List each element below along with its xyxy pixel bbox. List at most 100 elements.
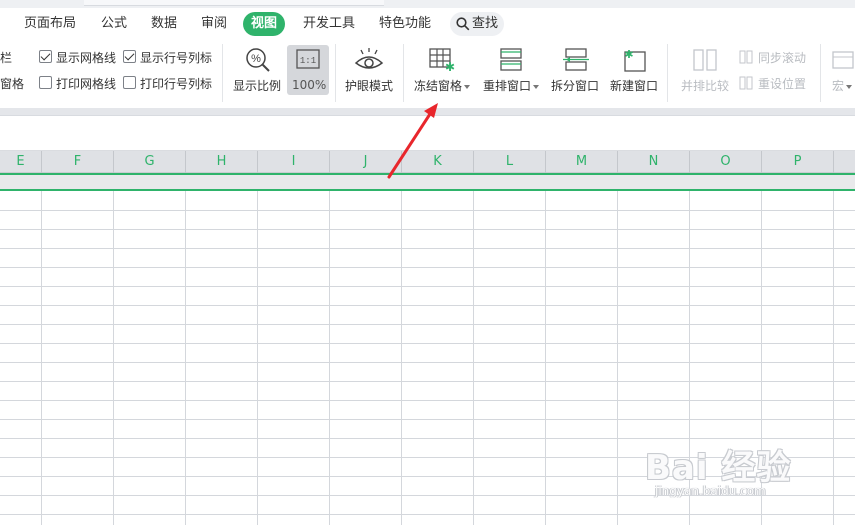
grid-line (0, 514, 855, 515)
search-icon (456, 17, 470, 31)
view-ribbon: 栏 窗格 显示网格线 显示行号列标 打印网格线 打印行号列标 % 显示比例 1:… (0, 40, 855, 108)
split-window-icon (563, 48, 589, 71)
grid-line (0, 229, 855, 230)
formula-bar[interactable] (0, 117, 855, 151)
column-header-row: E F G H I J K L M N O P (0, 151, 855, 173)
grid-line (833, 173, 834, 525)
tab-formulas[interactable]: 公式 (94, 12, 134, 36)
zoom-ratio-label: 显示比例 (233, 79, 282, 93)
grid-line (401, 173, 402, 525)
spreadsheet-app: 页面布局 公式 数据 审阅 视图 开发工具 特色功能 查找 栏 窗格 显示网格线… (0, 0, 855, 525)
column-header[interactable]: O (690, 151, 762, 173)
column-header[interactable]: J (330, 151, 402, 173)
chevron-down-icon (533, 84, 540, 89)
grid-line (329, 173, 330, 525)
document-tab-edge (84, 0, 384, 6)
frozen-row-highlight (0, 173, 855, 191)
column-header[interactable]: P (762, 151, 834, 173)
eye-mode-label: 护眼模式 (345, 79, 394, 93)
macro-button[interactable] (832, 49, 855, 75)
grid-line (0, 343, 855, 344)
tab-page-layout[interactable]: 页面布局 (18, 12, 82, 36)
tab-special-features[interactable]: 特色功能 (372, 12, 438, 36)
tab-developer[interactable]: 开发工具 (296, 12, 362, 36)
column-header[interactable]: L (474, 151, 546, 173)
new-window-icon: ✱ (624, 48, 646, 72)
freeze-panes-button[interactable]: ✱ (429, 48, 457, 76)
arrange-windows-label: 重排窗口 (483, 77, 540, 94)
grid-line (257, 173, 258, 525)
svg-text:1:1: 1:1 (300, 56, 316, 66)
column-header[interactable]: I (258, 151, 330, 173)
search-button[interactable]: 查找 (450, 12, 504, 36)
grid-line (0, 400, 855, 401)
chevron-down-icon (464, 84, 471, 89)
zoom-100-icon: 1:1 (296, 49, 320, 73)
grid-line (41, 173, 42, 525)
split-window-button[interactable] (563, 48, 589, 76)
watermark-url-text: jingyan.baidu.com (655, 484, 766, 498)
grid-line (0, 305, 855, 306)
eye-mode-button[interactable] (354, 47, 384, 77)
reset-position-icon (739, 75, 753, 94)
print-headers-checkbox[interactable] (123, 76, 136, 89)
svg-text:%: % (251, 53, 261, 65)
zoom-ratio-button[interactable]: % (244, 46, 272, 78)
column-header[interactable]: G (114, 151, 186, 173)
grid-line (473, 173, 474, 525)
side-by-side-button[interactable] (693, 49, 717, 75)
side-by-side-icon (693, 49, 717, 71)
window-top-strip (0, 0, 855, 8)
grid-line (617, 173, 618, 525)
grid-line (545, 173, 546, 525)
baidu-jingyan-watermark: Bai 经验 jingyan.baidu.com (645, 440, 825, 510)
grid-line (0, 210, 855, 211)
tab-data[interactable]: 数据 (144, 12, 184, 36)
tab-view[interactable]: 视图 (243, 12, 285, 36)
ribbon-divider (667, 44, 668, 102)
watermark-main-text: Bai 经验 (645, 448, 792, 488)
print-headers-label: 打印行号列标 (140, 77, 213, 91)
svg-text:✱: ✱ (445, 60, 455, 72)
sync-scroll-label[interactable]: 同步滚动 (758, 49, 806, 66)
search-label: 查找 (472, 16, 499, 31)
new-window-label: 新建窗口 (610, 79, 659, 93)
column-header[interactable]: F (42, 151, 114, 173)
grid-line (0, 381, 855, 382)
grid-line (0, 419, 855, 420)
partial-label-top[interactable]: 栏 (0, 49, 12, 66)
tab-review[interactable]: 审阅 (194, 12, 234, 36)
grid-line (0, 324, 855, 325)
show-headers-label: 显示行号列标 (140, 51, 213, 65)
freeze-panes-label: 冻结窗格 (414, 77, 471, 94)
reset-position-label[interactable]: 重设位置 (758, 75, 806, 92)
print-gridlines-checkbox[interactable] (39, 76, 52, 89)
show-gridlines-checkbox[interactable] (39, 50, 52, 63)
arrange-windows-icon (500, 48, 522, 71)
sync-scroll-icon (739, 49, 753, 68)
zoom-100-label: 100% (292, 78, 327, 92)
ribbon-divider (222, 44, 223, 102)
grid-line (0, 438, 855, 439)
column-header[interactable]: N (618, 151, 690, 173)
split-window-label: 拆分窗口 (551, 79, 600, 93)
macro-icon (832, 51, 854, 69)
arrange-windows-button[interactable] (499, 48, 523, 76)
chevron-down-icon (846, 84, 853, 89)
grid-line (0, 267, 855, 268)
macro-label: 宏 (832, 77, 853, 94)
partial-label-bottom[interactable]: 窗格 (0, 75, 24, 92)
ribbon-divider (335, 44, 336, 102)
column-header[interactable]: M (546, 151, 618, 173)
grid-line (113, 173, 114, 525)
column-header[interactable]: K (402, 151, 474, 173)
print-gridlines-label: 打印网格线 (56, 77, 117, 91)
column-header[interactable]: E (0, 151, 42, 173)
eye-icon (354, 48, 384, 69)
new-window-button[interactable]: ✱ (622, 47, 648, 77)
grid-line (0, 286, 855, 287)
show-gridlines-label: 显示网格线 (56, 51, 117, 65)
show-headers-checkbox[interactable] (123, 50, 136, 63)
column-header[interactable]: H (186, 151, 258, 173)
freeze-panes-icon: ✱ (429, 48, 455, 74)
